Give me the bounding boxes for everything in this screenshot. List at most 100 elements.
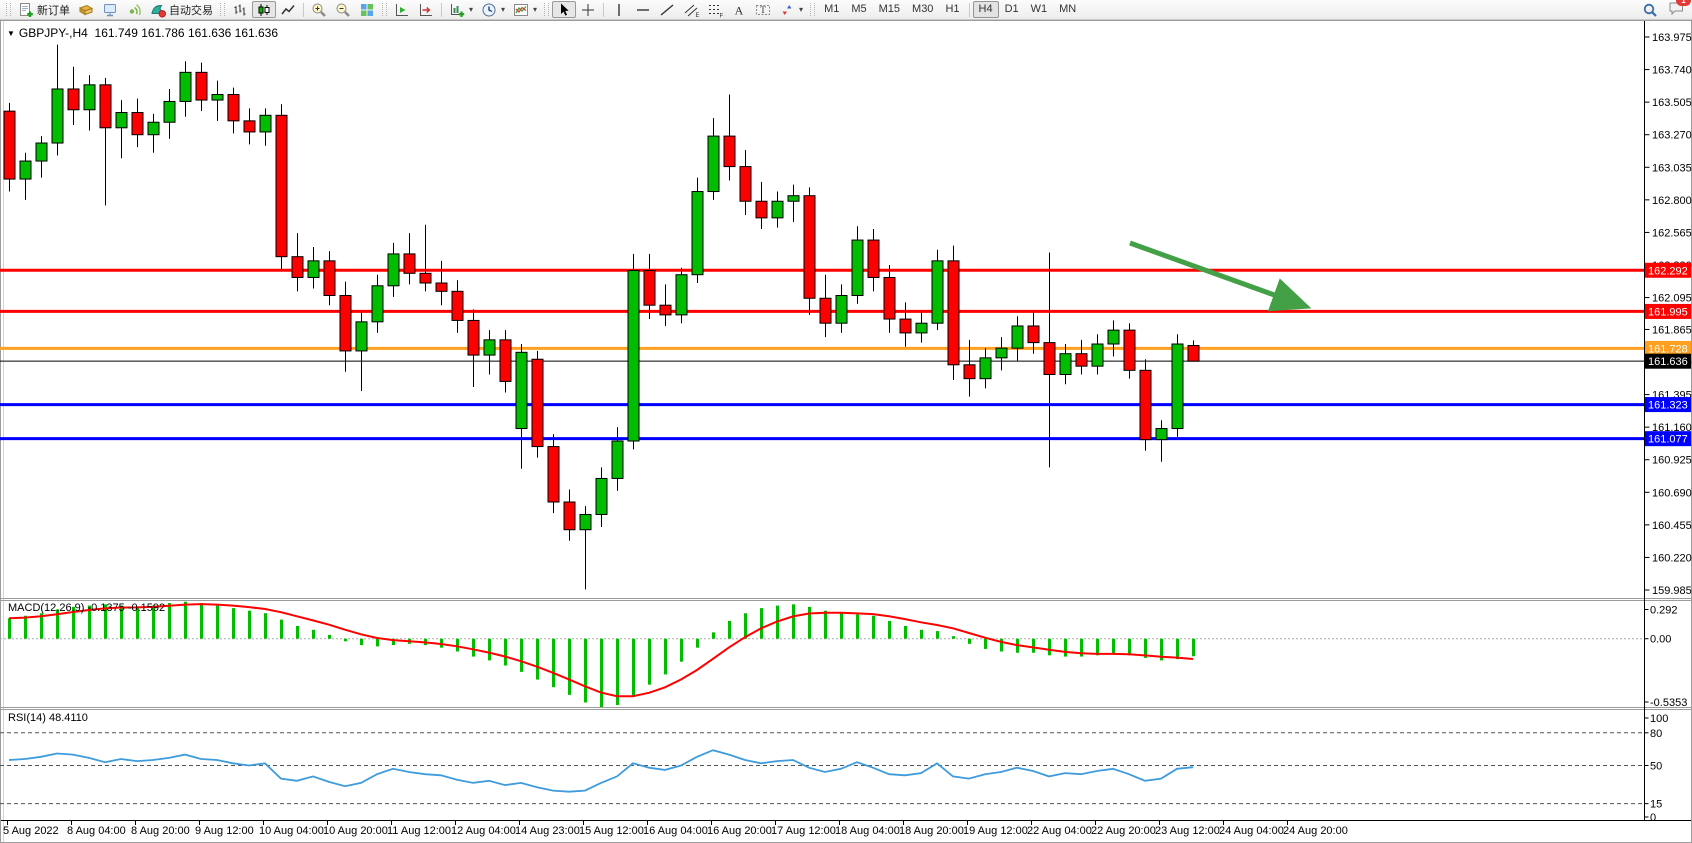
bar-chart-button[interactable]: [228, 1, 252, 18]
toolbar-grip[interactable]: [810, 3, 815, 16]
text-label-tool-button[interactable]: T: [751, 1, 775, 18]
symbol-period-label: GBPJPY-,H4: [19, 26, 88, 40]
vertical-line-tool-button[interactable]: [607, 1, 631, 18]
timeframe-h1[interactable]: H1: [939, 1, 965, 18]
svg-text:50: 50: [1650, 761, 1662, 773]
zoom-in-button[interactable]: [307, 1, 331, 18]
svg-text:162.800: 162.800: [1652, 195, 1692, 207]
price-axis[interactable]: 163.975 163.740 163.505 163.270 163.035 162.8…: [1645, 21, 1692, 824]
horizontal-line-tool-button[interactable]: [631, 1, 655, 18]
svg-text:11 Aug 12:00: 11 Aug 12:00: [387, 825, 451, 837]
svg-text:24 Aug 20:00: 24 Aug 20:00: [1283, 825, 1348, 837]
svg-text:0: 0: [1650, 812, 1656, 824]
svg-text:24 Aug 04:00: 24 Aug 04:00: [1219, 825, 1284, 837]
svg-text:10 Aug 04:00: 10 Aug 04:00: [259, 825, 324, 837]
svg-text:163.270: 163.270: [1652, 130, 1692, 142]
svg-text:162.565: 162.565: [1652, 227, 1692, 239]
svg-text:22 Aug 04:00: 22 Aug 04:00: [1027, 825, 1092, 837]
svg-text:161.728: 161.728: [1648, 343, 1688, 355]
zoom-out-button[interactable]: [331, 1, 355, 18]
chat-button[interactable]: 1: [1668, 0, 1685, 19]
svg-text:161.636: 161.636: [1648, 356, 1688, 368]
line-chart-button[interactable]: [276, 1, 300, 18]
candlestick-chart-icon: [256, 2, 272, 18]
new-order-icon: [18, 2, 34, 18]
chart-title[interactable]: ▼GBPJPY-,H4 161.749 161.786 161.636 161.…: [7, 26, 278, 40]
toolbar-grip[interactable]: [544, 3, 549, 16]
crosshair-tool-button[interactable]: [576, 1, 600, 18]
publish-button[interactable]: [74, 1, 98, 18]
svg-text:23 Aug 12:00: 23 Aug 12:00: [1155, 825, 1220, 837]
auto-trading-button[interactable]: 自动交易: [146, 1, 217, 18]
main-toolbar: 新订单 自动交易: [0, 0, 1692, 20]
svg-text:163.740: 163.740: [1652, 65, 1692, 77]
cursor-tool-button[interactable]: [552, 1, 576, 18]
terminal-button[interactable]: [98, 1, 122, 18]
svg-text:160.690: 160.690: [1652, 487, 1692, 499]
price-chart-canvas[interactable]: 163.975 163.740 163.505 163.270 163.035 162.8…: [0, 0, 1692, 843]
zoom-in-icon: [311, 2, 327, 18]
svg-text:T: T: [760, 4, 766, 14]
search-icon: [1642, 2, 1658, 18]
period-button[interactable]: ▾: [477, 1, 509, 18]
auto-trading-label: 自动交易: [169, 2, 213, 18]
search-button[interactable]: [1638, 1, 1662, 18]
svg-text:163.975: 163.975: [1652, 32, 1692, 44]
svg-text:9 Aug 12:00: 9 Aug 12:00: [195, 825, 254, 837]
auto-scroll-button[interactable]: [390, 1, 414, 18]
rsi-indicator-label: RSI(14) 48.4110: [8, 712, 88, 724]
timeframe-m15[interactable]: M15: [873, 1, 906, 18]
timeframe-mn[interactable]: MN: [1053, 1, 1082, 18]
svg-text:161.323: 161.323: [1648, 400, 1688, 412]
trendline-tool-button[interactable]: [655, 1, 679, 18]
arrows-tool-button[interactable]: ▾: [775, 1, 807, 18]
toolbar-grip[interactable]: [6, 3, 11, 16]
equidistant-channel-tool-button[interactable]: E: [679, 1, 703, 18]
candlestick-chart-button[interactable]: [252, 1, 276, 18]
toolbar-grip[interactable]: [220, 3, 225, 16]
new-chart-icon: [449, 2, 465, 18]
new-chart-button[interactable]: ▾: [445, 1, 477, 18]
new-order-button[interactable]: 新订单: [14, 1, 74, 18]
indicators-icon: [513, 2, 529, 18]
svg-text:163.035: 163.035: [1652, 162, 1692, 174]
indicators-button[interactable]: ▾: [509, 1, 541, 18]
svg-text:160.220: 160.220: [1652, 552, 1692, 564]
svg-text:17 Aug 12:00: 17 Aug 12:00: [771, 825, 836, 837]
publish-icon: [78, 2, 94, 18]
svg-text:E: E: [696, 13, 700, 18]
svg-text:12 Aug 04:00: 12 Aug 04:00: [451, 825, 516, 837]
svg-text:160.455: 160.455: [1652, 520, 1692, 532]
text-tool-button[interactable]: A: [727, 1, 751, 18]
fibonacci-icon: F: [707, 2, 723, 18]
tile-windows-button[interactable]: [355, 1, 379, 18]
svg-text:100: 100: [1650, 713, 1668, 725]
svg-text:22 Aug 20:00: 22 Aug 20:00: [1091, 825, 1156, 837]
chevron-down-icon: ▾: [799, 5, 803, 14]
period-clock-icon: [481, 2, 497, 18]
timeframe-m5[interactable]: M5: [845, 1, 872, 18]
timeframe-w1[interactable]: W1: [1025, 1, 1054, 18]
timeframe-m1[interactable]: M1: [818, 1, 845, 18]
svg-text:18 Aug 04:00: 18 Aug 04:00: [835, 825, 900, 837]
ohlc-values: 161.749 161.786 161.636 161.636: [95, 26, 279, 40]
signals-button[interactable]: [122, 1, 146, 18]
chevron-down-icon: ▾: [533, 5, 537, 14]
line-chart-icon: [280, 2, 296, 18]
fibonacci-tool-button[interactable]: F: [703, 1, 727, 18]
svg-text:15 Aug 12:00: 15 Aug 12:00: [579, 825, 644, 837]
trendline-icon: [659, 2, 675, 18]
svg-text:163.505: 163.505: [1652, 97, 1692, 109]
timeframe-d1[interactable]: D1: [999, 1, 1025, 18]
svg-text:-0.5353: -0.5353: [1650, 697, 1687, 709]
toolbar-grip[interactable]: [382, 3, 387, 16]
timeframe-m30[interactable]: M30: [906, 1, 939, 18]
timeframe-h4[interactable]: H4: [973, 1, 999, 18]
chart-shift-button[interactable]: [414, 1, 438, 18]
svg-text:162.292: 162.292: [1648, 265, 1688, 277]
new-order-label: 新订单: [37, 2, 70, 18]
svg-text:160.925: 160.925: [1652, 455, 1692, 467]
macd-indicator-label: MACD(12,26,9) -0.1375 -0.1592: [8, 602, 165, 614]
bar-chart-icon: [232, 2, 248, 18]
notification-badge: 1: [1676, 0, 1691, 6]
